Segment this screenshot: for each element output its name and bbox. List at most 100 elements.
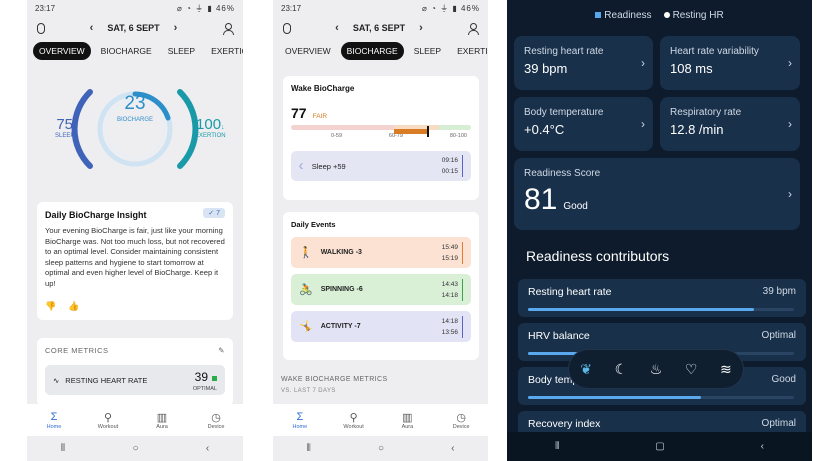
- recents-icon[interactable]: ⦀: [307, 443, 311, 454]
- nav-home[interactable]: Σ Home: [34, 411, 74, 430]
- biocharge-gauge[interactable]: 75 SLEEP 23 BIOCHARGE 100↓ EXERTION: [27, 80, 243, 190]
- thumbs-down-icon[interactable]: 👎: [45, 301, 56, 312]
- chevron-right-icon: ›: [788, 56, 792, 70]
- tab-exertion[interactable]: EXERTION: [451, 42, 488, 60]
- tile-body-temperature[interactable]: Body temperature +0.4°C ›: [514, 97, 653, 151]
- back-icon[interactable]: ‹: [451, 443, 454, 454]
- recents-icon[interactable]: ⦀: [61, 443, 65, 454]
- event-walking[interactable]: 🚶 WALKING -3 15:49 15:19: [291, 237, 471, 268]
- range-fill: [394, 129, 427, 134]
- metric-value: 39: [194, 370, 208, 384]
- sprout-icon[interactable]: ❦: [580, 361, 592, 378]
- tab-overview[interactable]: OVERVIEW: [279, 42, 337, 60]
- microphone-icon[interactable]: [283, 22, 291, 34]
- events-title: Daily Events: [291, 220, 336, 229]
- status-right: ⌀ ◔ ⏚ ▮ 46%: [177, 3, 235, 13]
- status-bar: 23:17 ⌀ ◔ ⏚ ▮ 46%: [27, 0, 243, 16]
- tile-readiness-score[interactable]: Readiness Score 81 Good ›: [514, 158, 800, 230]
- phone-biocharge: 23:17 ⌀ ◔ ⏚ ▮ 46% ‹ SAT, 6 SEPT › OVERVI…: [273, 0, 488, 461]
- home-sigma-icon: Σ: [50, 410, 58, 423]
- nav-workout[interactable]: ⚲ Workout: [88, 411, 128, 430]
- nav-workout[interactable]: ⚲ Workout: [334, 411, 374, 430]
- tile-respiratory-rate[interactable]: Respiratory rate 12.8 /min ›: [660, 97, 800, 151]
- home-circle-icon[interactable]: ○: [378, 443, 384, 454]
- chevron-right-icon: ›: [641, 117, 645, 131]
- workout-icon: ⚲: [103, 411, 113, 424]
- date-label: SAT, 6 SEPT: [107, 23, 160, 33]
- wake-score: 77: [291, 105, 307, 121]
- resting-heart-rate-row[interactable]: ∿ RESTING HEART RATE 39 OPTIMAL: [45, 365, 225, 395]
- system-nav: ⦀ ○ ‹: [273, 436, 488, 461]
- next-day-chevron-icon[interactable]: ›: [419, 22, 423, 34]
- moon-icon[interactable]: ☾: [615, 361, 628, 378]
- microphone-icon[interactable]: [37, 22, 45, 34]
- date-header: ‹ SAT, 6 SEPT ›: [273, 16, 488, 40]
- legend-dot-icon: [663, 11, 670, 18]
- sleep-row[interactable]: ☾ Sleep +59 09:16 00:15: [291, 151, 471, 181]
- status-time: 23:17: [35, 3, 56, 13]
- event-spinning[interactable]: 🚴 SPINNING -6 14:43 14:18: [291, 274, 471, 305]
- nav-aura[interactable]: ▥ Aura: [142, 411, 182, 430]
- workout-icon: ⚲: [349, 411, 358, 424]
- recents-icon[interactable]: ⦀: [555, 441, 559, 452]
- phone-overview: 23:17 ⌀ ◔ ⏚ ▮ 46% ‹ SAT, 6 SEPT › OVERVI…: [27, 0, 243, 461]
- wake-biocharge-card: Wake BioCharge 77 FAIR 0-59 60-79 80-100…: [283, 76, 479, 200]
- core-metrics-title: CORE METRICS: [45, 346, 109, 355]
- tab-biocharge[interactable]: BIOCHARGE: [95, 42, 158, 60]
- tab-biocharge[interactable]: BIOCHARGE: [340, 42, 404, 60]
- profile-icon[interactable]: [467, 22, 479, 35]
- prev-day-chevron-icon[interactable]: ‹: [335, 22, 339, 34]
- cycling-icon: 🚴: [299, 284, 313, 296]
- home-circle-icon[interactable]: ○: [132, 443, 138, 454]
- thumbs-up-icon[interactable]: 👍: [68, 301, 79, 312]
- tile-hrv[interactable]: Heart rate variability 108 ms ›: [660, 36, 800, 90]
- sleep-time-start: 00:15: [441, 168, 458, 175]
- wake-score-label: FAIR: [312, 113, 328, 120]
- metric-label: RESTING HEART RATE: [65, 375, 148, 385]
- bottom-nav: Σ Home ⚲ Workout ▥ Aura ◷ Device: [273, 404, 488, 436]
- prev-day-chevron-icon[interactable]: ‹: [90, 22, 94, 34]
- insight-body: Your evening BioCharge is fair, just lik…: [45, 226, 225, 288]
- nav-aura[interactable]: ▥ Aura: [387, 411, 427, 430]
- moon-icon: ☾: [299, 161, 306, 171]
- heart-icon[interactable]: ♡: [685, 361, 698, 378]
- heartbeat-icon: ∿: [53, 375, 60, 385]
- system-nav: ⦀ ▢ ‹: [507, 432, 812, 461]
- exertion-score: 100↓ EXERTION: [195, 116, 226, 139]
- watch-icon: ◷: [456, 411, 466, 424]
- status-indicator: [212, 376, 217, 381]
- wake-metrics-title: WAKE BIOCHARGE METRICS: [281, 376, 388, 383]
- nav-home[interactable]: Σ Home: [280, 411, 320, 430]
- flame-icon[interactable]: ♨: [650, 361, 663, 378]
- insight-badge[interactable]: ✓ 7: [203, 208, 225, 218]
- tab-sleep[interactable]: SLEEP: [408, 42, 447, 60]
- contributor-bar: [528, 308, 794, 311]
- back-icon[interactable]: ‹: [761, 441, 764, 452]
- back-icon[interactable]: ‹: [206, 443, 209, 454]
- tab-overview[interactable]: OVERVIEW: [33, 42, 91, 60]
- tab-sleep[interactable]: SLEEP: [162, 42, 201, 60]
- nav-device[interactable]: ◷ Device: [196, 411, 236, 430]
- next-day-chevron-icon[interactable]: ›: [174, 22, 178, 34]
- wake-metrics-section: WAKE BIOCHARGE METRICS VS. LAST 7 DAYS: [281, 376, 388, 394]
- date-header: ‹ SAT, 6 SEPT ›: [27, 16, 243, 40]
- chevron-right-icon: ›: [788, 117, 792, 131]
- legend-resting-hr: Resting HR: [663, 10, 724, 21]
- tab-exertion[interactable]: EXERTION: [205, 42, 243, 60]
- tile-resting-heart-rate[interactable]: Resting heart rate 39 bpm ›: [514, 36, 653, 90]
- bottom-nav: Σ Home ⚲ Workout ▥ Aura ◷ Device: [27, 404, 243, 436]
- profile-icon[interactable]: [222, 22, 234, 35]
- range-bar: [291, 125, 471, 130]
- event-activity[interactable]: 🤸 ACTIVITY -7 14:18 13:56: [291, 311, 471, 342]
- home-circle-icon[interactable]: ▢: [655, 441, 664, 452]
- nav-device[interactable]: ◷ Device: [441, 411, 481, 430]
- contributor-row[interactable]: Resting heart rate 39 bpm: [518, 279, 806, 317]
- tick-low: 0-59: [331, 133, 343, 139]
- chevron-right-icon: ›: [641, 56, 645, 70]
- contributor-bar: [528, 396, 794, 399]
- legend-readiness: Readiness: [595, 10, 652, 21]
- tab-bar: OVERVIEW BIOCHARGE SLEEP EXERTION: [27, 40, 243, 62]
- waves-icon[interactable]: ≋: [720, 361, 732, 378]
- edit-pencil-icon[interactable]: ✎: [218, 346, 225, 355]
- insight-card: ✓ 7 Daily BioCharge Insight Your evening…: [37, 202, 233, 320]
